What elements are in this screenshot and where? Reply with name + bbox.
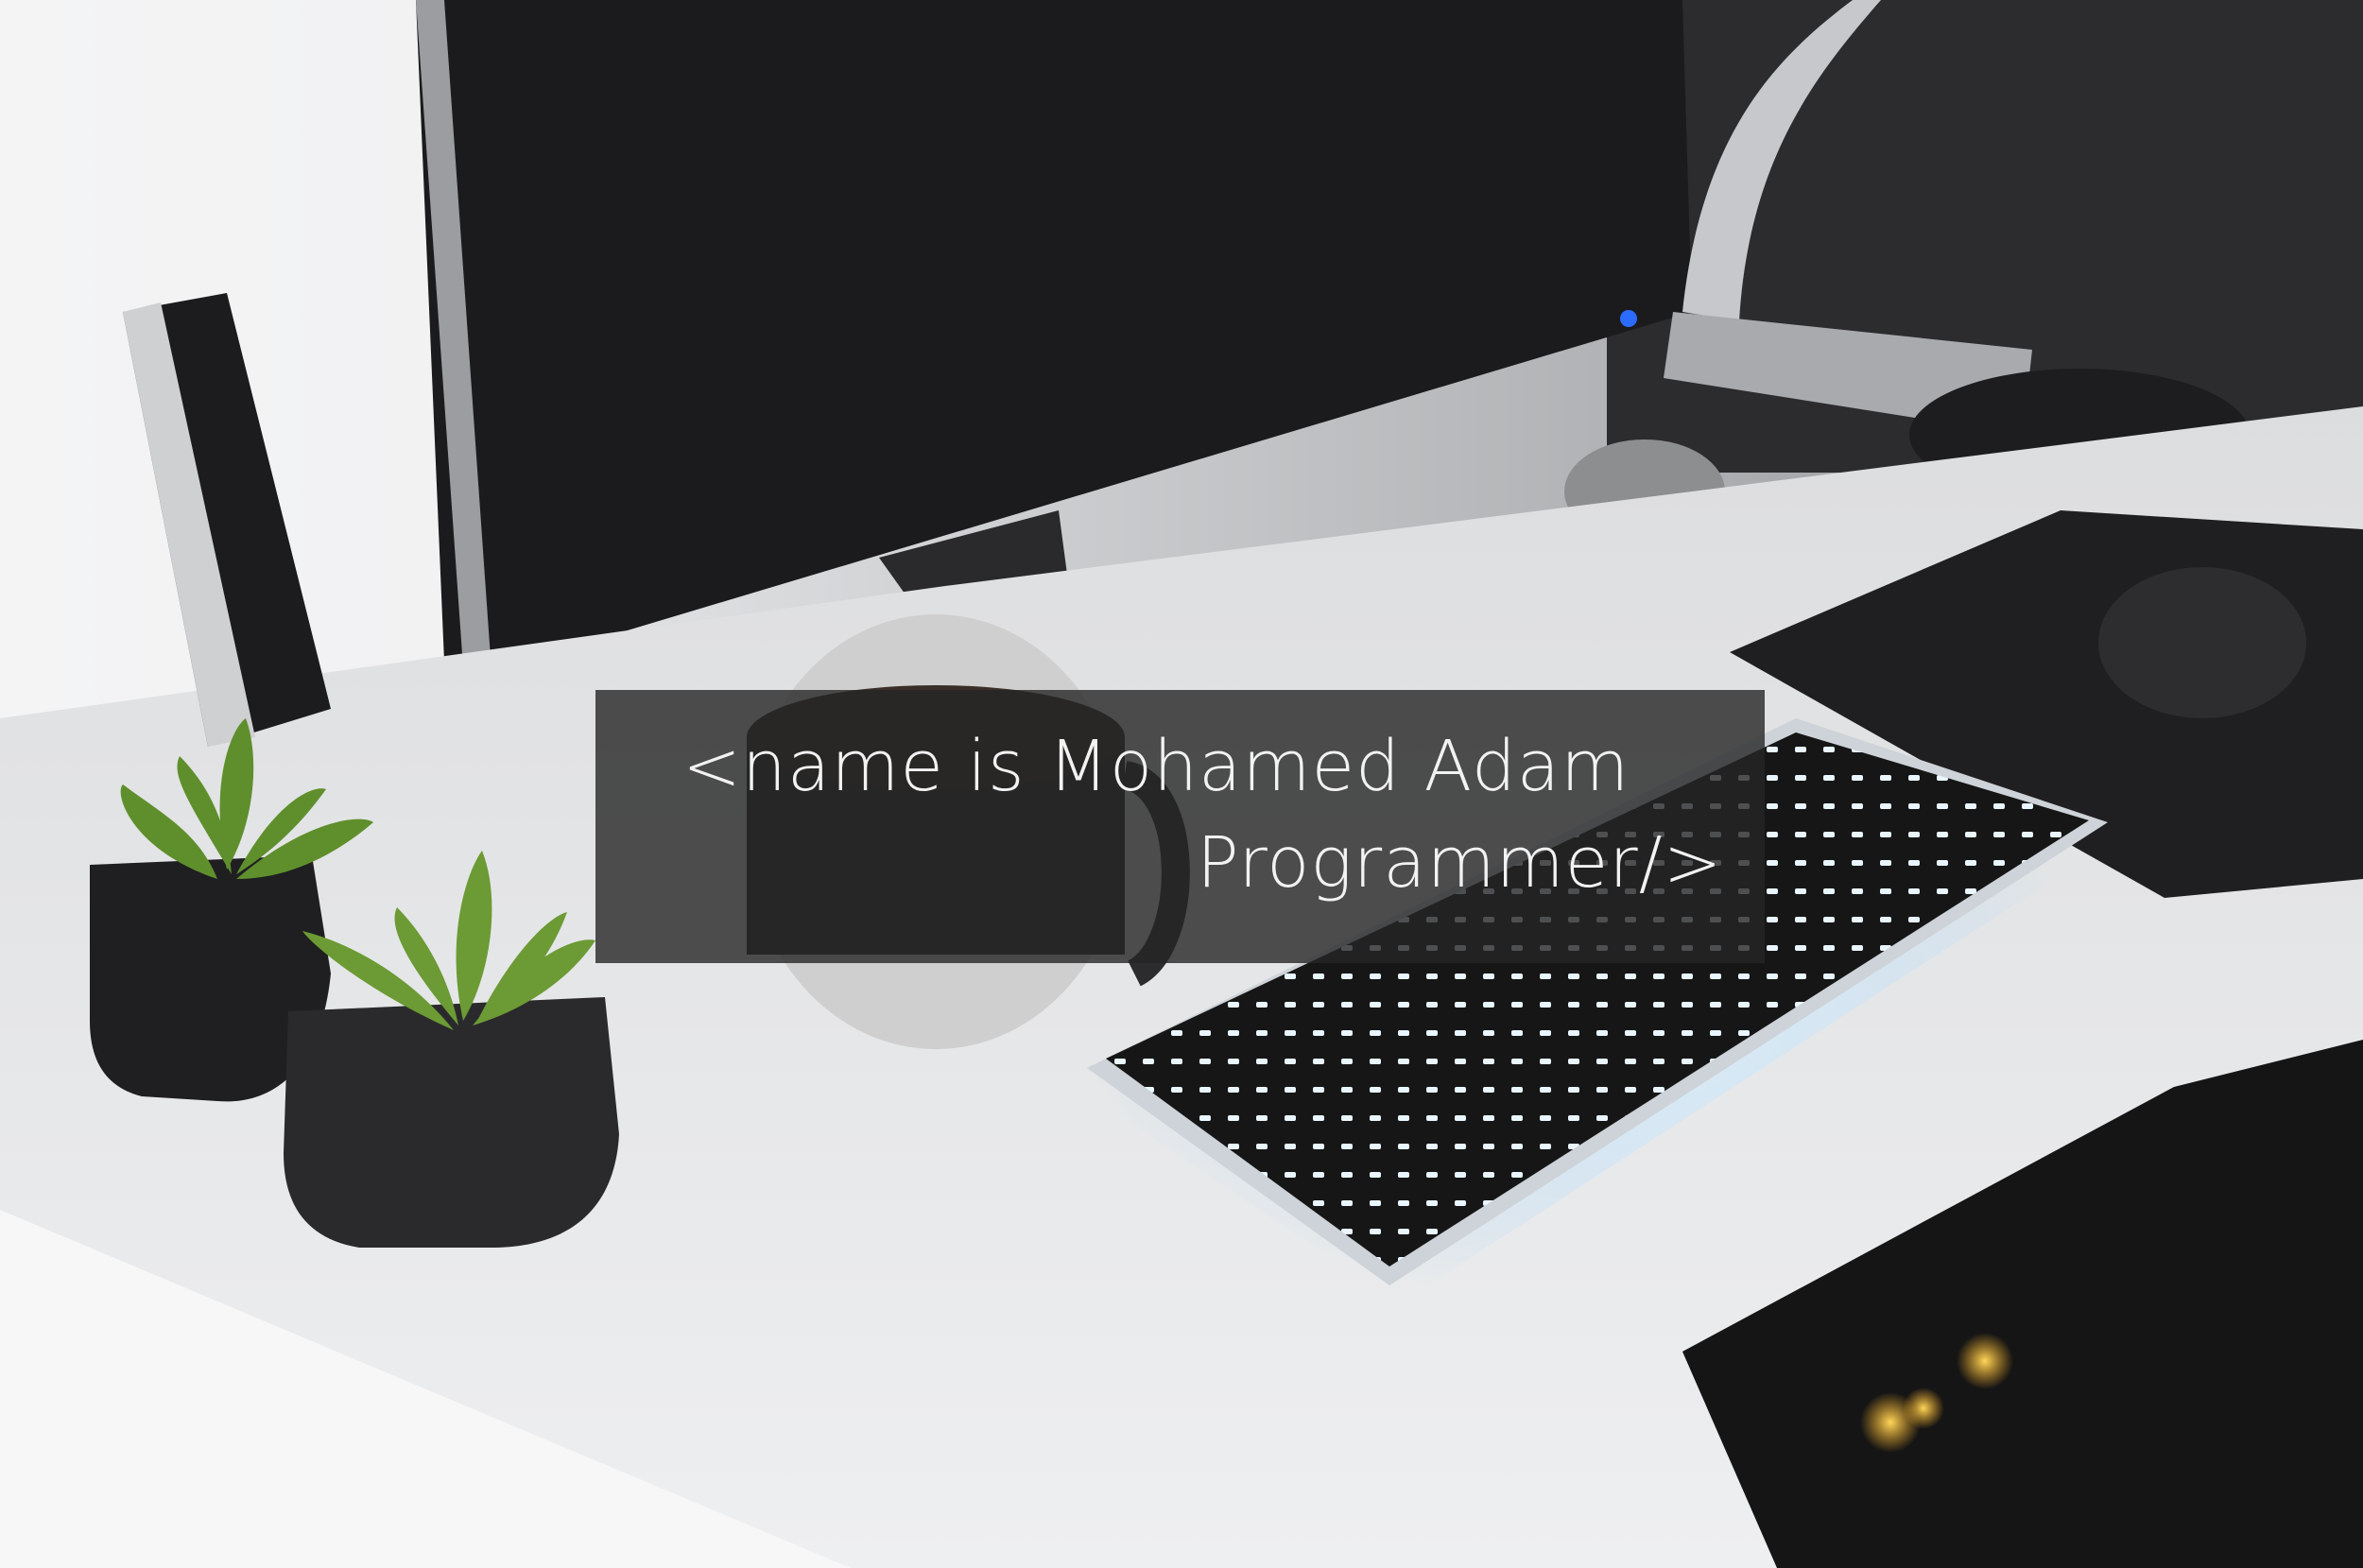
intro-name-line: <name is Mohamed Adam [682,726,1630,807]
hero-section: <name is Mohamed Adam Programmer/> [0,0,2363,1568]
intro-role-line: Programmer/> [1197,822,1723,904]
